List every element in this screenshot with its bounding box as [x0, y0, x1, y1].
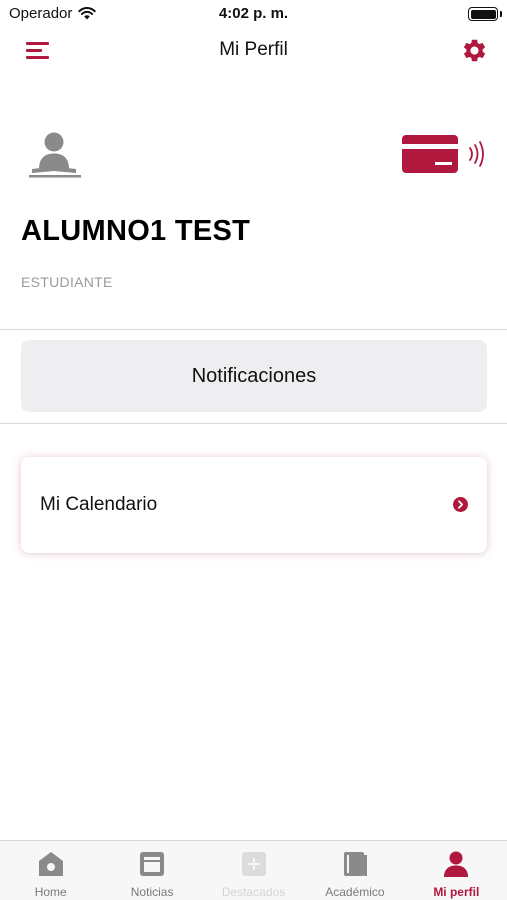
chevron-right-icon	[453, 497, 468, 512]
featured-icon	[241, 852, 266, 876]
divider-top	[0, 329, 507, 330]
page-title: Mi Perfil	[219, 39, 288, 60]
tab-academic[interactable]: Académico	[304, 841, 405, 900]
battery-icon	[468, 7, 498, 21]
settings-gear-icon[interactable]	[461, 37, 488, 64]
tab-profile-label: Mi perfil	[433, 885, 480, 899]
divider-bottom	[0, 423, 507, 424]
nfc-card-icon[interactable]	[400, 133, 490, 175]
status-time: 4:02 p. m.	[218, 5, 289, 22]
user-role: ESTUDIANTE	[21, 274, 113, 290]
tab-bar: Home Noticias Destacados Académico Mi pe…	[0, 840, 507, 900]
profile-icon	[444, 851, 469, 877]
status-bar: Operador 4:02 p. m.	[0, 0, 507, 28]
battery-cap	[500, 11, 502, 17]
news-icon	[140, 852, 165, 876]
tab-featured[interactable]: Destacados	[203, 841, 304, 900]
tab-academic-label: Académico	[325, 885, 385, 899]
calendar-label: Mi Calendario	[40, 494, 158, 515]
notifications-button[interactable]: Notificaciones	[21, 340, 487, 412]
user-name: ALUMNO1 TEST	[21, 215, 251, 247]
student-avatar-icon	[29, 132, 81, 178]
tab-home[interactable]: Home	[0, 841, 101, 900]
tab-featured-label: Destacados	[221, 885, 286, 899]
home-icon	[38, 852, 63, 876]
tab-home-label: Home	[34, 885, 67, 899]
nav-bar: Mi Perfil	[0, 28, 507, 72]
tab-news[interactable]: Noticias	[101, 841, 202, 900]
book-icon	[343, 852, 367, 876]
tab-profile[interactable]: Mi perfil	[406, 841, 507, 900]
tab-news-label: Noticias	[130, 885, 174, 899]
notifications-button-label: Notificaciones	[191, 364, 317, 387]
calendar-card[interactable]: Mi Calendario	[21, 457, 487, 553]
